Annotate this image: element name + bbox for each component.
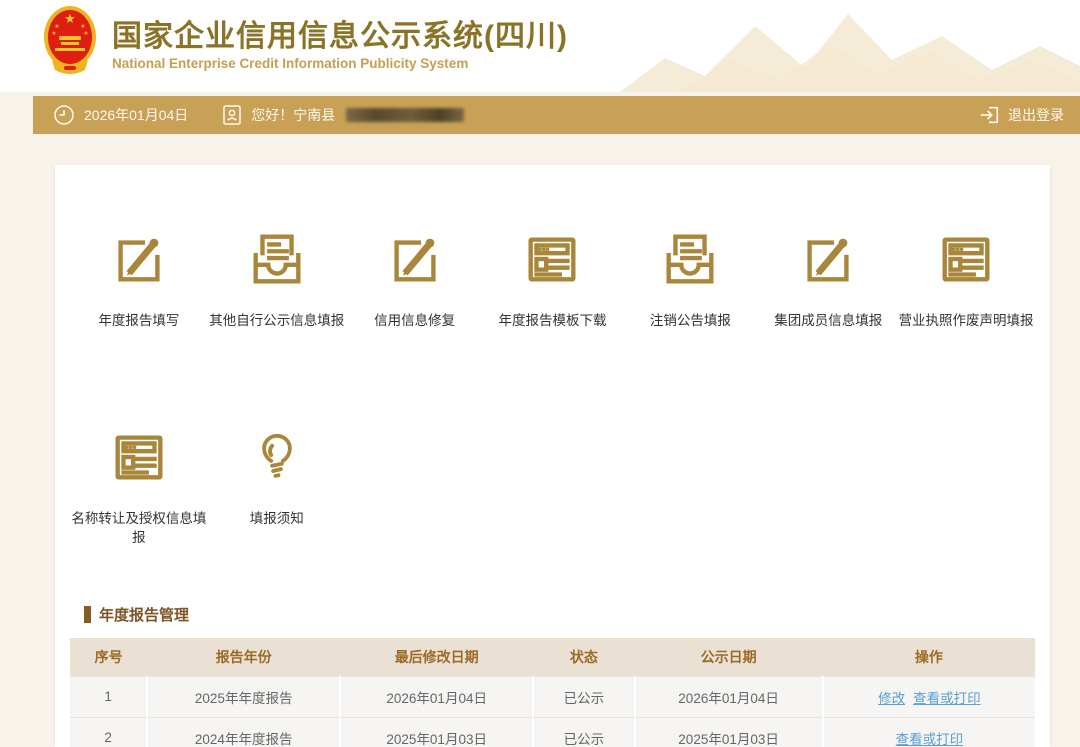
webpage-icon: [108, 426, 170, 488]
table-body: 12025年年度报告2026年01月04日已公示2026年01月04日修改查看或…: [70, 676, 1035, 747]
cell-actions: 修改查看或打印: [823, 676, 1035, 717]
col-header: 公示日期: [635, 638, 823, 676]
menu-item-label: 年度报告填写: [98, 311, 179, 330]
svg-text:★: ★: [51, 30, 56, 37]
logout-icon: [978, 104, 1000, 126]
menu-grid: 年度报告填写 其他自行公示信息填报 信用信息修复 年度报告模板下载 注销公告填报 集团成员…: [70, 165, 1035, 547]
table-header-row: 序号报告年份最后修改日期状态公示日期操作: [70, 638, 1035, 676]
cell-status: 已公示: [533, 676, 634, 717]
logout-button[interactable]: 退出登录: [978, 104, 1064, 126]
menu-item[interactable]: 信用信息修复: [346, 228, 484, 330]
svg-text:★: ★: [54, 23, 59, 30]
webpage-icon: [521, 228, 583, 290]
section-title: 年度报告管理: [84, 604, 1035, 625]
col-header: 序号: [70, 638, 147, 676]
edit-icon: [108, 228, 170, 290]
svg-text:★: ★: [83, 30, 88, 37]
table-row: 12025年年度报告2026年01月04日已公示2026年01月04日修改查看或…: [70, 676, 1035, 717]
site-header: ★ ★ ★ ★ ★ 国家企业信用信息公示系统(四川) National Ente…: [0, 0, 1080, 92]
site-subtitle: National Enterprise Credit Information P…: [112, 56, 568, 71]
action-link[interactable]: 修改: [878, 691, 905, 706]
site-title: 国家企业信用信息公示系统(四川): [112, 18, 568, 56]
menu-item-label: 集团成员信息填报: [774, 311, 882, 330]
webpage-icon: [935, 228, 997, 290]
col-header: 最后修改日期: [340, 638, 533, 676]
redacted-company-name: [346, 108, 464, 122]
main-card: 年度报告填写 其他自行公示信息填报 信用信息修复 年度报告模板下载 注销公告填报 集团成员…: [55, 165, 1050, 747]
menu-item[interactable]: 其他自行公示信息填报: [208, 228, 346, 330]
menu-item-label: 名称转让及授权信息填报: [70, 509, 208, 547]
bulb-icon: [246, 426, 308, 488]
menu-item[interactable]: 填报须知: [208, 426, 346, 547]
cell-published: 2026年01月04日: [635, 676, 823, 717]
section-title-marker: [84, 606, 91, 623]
user-badge-icon: [222, 104, 242, 126]
menu-item-label: 信用信息修复: [374, 311, 455, 330]
menu-item[interactable]: 注销公告填报: [621, 228, 759, 330]
current-date: 2026年01月04日: [84, 105, 188, 125]
menu-item[interactable]: 名称转让及授权信息填报: [70, 426, 208, 547]
table-row: 22024年年度报告2025年01月03日已公示2025年01月03日查看或打印: [70, 717, 1035, 747]
action-link[interactable]: 查看或打印: [913, 691, 981, 706]
svg-text:★: ★: [80, 23, 85, 30]
menu-item-label: 年度报告模板下载: [498, 311, 606, 330]
cell-year: 2025年年度报告: [147, 676, 340, 717]
annual-report-section: 年度报告管理 序号报告年份最后修改日期状态公示日期操作 12025年年度报告20…: [70, 604, 1035, 747]
menu-item-label: 其他自行公示信息填报: [209, 311, 344, 330]
svg-text:★: ★: [64, 11, 76, 26]
cell-published: 2025年01月03日: [635, 717, 823, 747]
inbox-icon: [659, 228, 721, 290]
logout-label: 退出登录: [1008, 105, 1064, 125]
menu-item-label: 注销公告填报: [650, 311, 731, 330]
national-emblem-logo: ★ ★ ★ ★ ★: [42, 4, 98, 85]
user-greeting: 您好！宁南县: [251, 105, 335, 125]
cell-year: 2024年年度报告: [147, 717, 340, 747]
col-header: 操作: [823, 638, 1035, 676]
menu-item[interactable]: 年度报告填写: [70, 228, 208, 330]
cell-modified: 2025年01月03日: [340, 717, 533, 747]
menu-item[interactable]: 年度报告模板下载: [484, 228, 622, 330]
section-title-text: 年度报告管理: [99, 604, 189, 625]
cell-status: 已公示: [533, 717, 634, 747]
cell-modified: 2026年01月04日: [340, 676, 533, 717]
action-link[interactable]: 查看或打印: [896, 732, 964, 747]
mountain-watermark: [620, 0, 1080, 92]
col-header: 报告年份: [147, 638, 340, 676]
cell-actions: 查看或打印: [823, 717, 1035, 747]
annual-report-table: 序号报告年份最后修改日期状态公示日期操作 12025年年度报告2026年01月0…: [70, 638, 1035, 747]
edit-icon: [384, 228, 446, 290]
cell-no: 1: [70, 676, 147, 717]
session-bar: 2026年01月04日 您好！宁南县 退出登录: [33, 96, 1080, 134]
clock-icon: [53, 104, 75, 126]
cell-no: 2: [70, 717, 147, 747]
menu-item-label: 填报须知: [250, 509, 304, 528]
edit-icon: [797, 228, 859, 290]
inbox-icon: [246, 228, 308, 290]
menu-item[interactable]: 集团成员信息填报: [759, 228, 897, 330]
menu-item-label: 营业执照作废声明填报: [899, 311, 1034, 330]
menu-item[interactable]: 营业执照作废声明填报: [897, 228, 1035, 330]
col-header: 状态: [533, 638, 634, 676]
